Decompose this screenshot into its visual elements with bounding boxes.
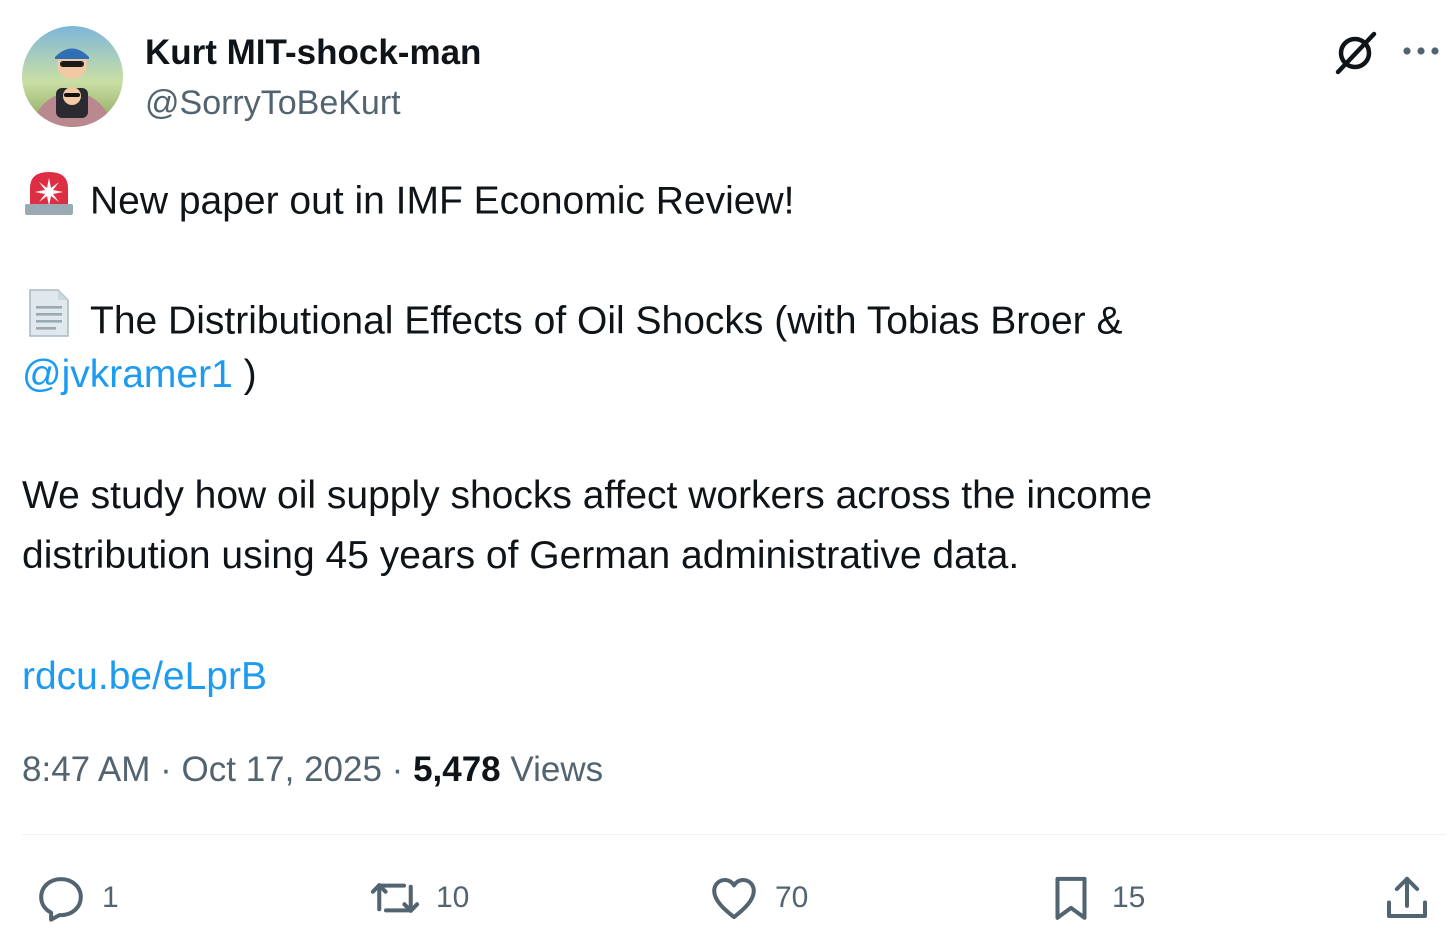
mention-suffix: ) [232,353,257,396]
bookmark-button[interactable]: 15 [1044,868,1145,928]
repost-button[interactable]: 10 [368,868,469,928]
views-count: 5,478 [413,750,501,789]
tweet-text-line: The Distributional Effects of Oil Shocks… [22,289,1123,356]
bookmark-icon [1044,871,1098,925]
tweet-text-line: @jvkramer1 ) [22,351,257,399]
tweet-time[interactable]: 8:47 AM [22,750,150,789]
page-icon [22,286,76,352]
like-count: 70 [775,881,809,914]
more-icon[interactable] [1398,28,1444,74]
share-button[interactable] [1380,868,1434,928]
paper-link[interactable]: rdcu.be/eLprB [22,655,267,698]
tweet-text-line: We study how oil supply shocks affect wo… [22,474,1153,517]
like-button[interactable]: 70 [707,868,808,928]
grok-icon[interactable] [1330,26,1382,78]
repost-icon [368,871,422,925]
repost-count: 10 [436,881,470,914]
reply-count: 1 [102,881,119,914]
reply-button[interactable]: 1 [34,868,119,928]
handle[interactable]: @SorryToBeKurt [145,82,401,124]
tweet-text-line: New paper out in IMF Economic Review! [22,170,794,236]
meta-separator: · [381,750,414,789]
share-icon [1380,871,1434,925]
bookmark-count: 15 [1112,881,1146,914]
paper-title: The Distributional Effects of Oil Shocks… [90,299,1123,343]
police-light-icon [22,166,76,232]
tweet-text-line: rdcu.be/eLprB [22,653,267,701]
display-name[interactable]: Kurt MIT-shock-man [145,32,481,74]
tweet-intro: New paper out in IMF Economic Review! [90,179,795,223]
avatar[interactable] [22,26,123,127]
tweet-meta: 8:47 AM · Oct 17, 2025 · 5,478 Views [22,748,603,792]
views-label: Views [500,750,604,789]
reply-icon [34,871,88,925]
tweet-text-line: distribution using 45 years of German ad… [22,534,1020,577]
meta-separator: · [150,750,182,789]
tweet-date[interactable]: Oct 17, 2025 [182,750,382,789]
divider [22,834,1446,835]
mention-link[interactable]: @jvkramer1 [22,353,233,396]
like-icon [707,871,761,925]
